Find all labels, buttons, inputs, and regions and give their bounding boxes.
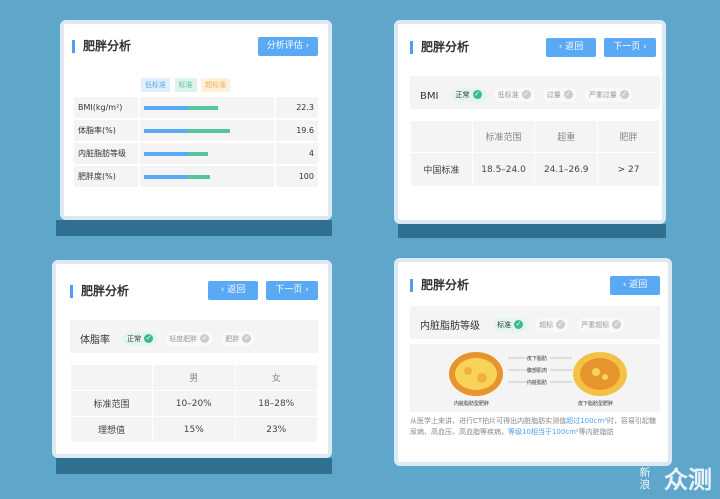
- metric-label: 内脏脂肪等级: [420, 321, 480, 332]
- row-label: 内脏脂肪等级: [72, 141, 140, 166]
- tag-severe: 严重超标 ✓: [577, 317, 626, 332]
- row-label: 体脂率(%): [72, 118, 140, 143]
- chevron-left-icon: ‹: [220, 285, 225, 295]
- label-visceral: 内脏脂肪: [527, 380, 548, 386]
- caption-subcutaneous-type: 皮下脂肪型肥胖: [578, 401, 614, 407]
- label-muscle: 腹部肌肉: [527, 368, 548, 374]
- tag-obese: 肥胖 ✓: [221, 331, 256, 346]
- panel3-table: 男 女 标准范围 10–20% 18–28% 理想值 15% 23%: [69, 364, 318, 443]
- panel3-shadow: [56, 458, 332, 474]
- panel2-status-row: BMI 正常 ✓ 低标准 ✓ 过量 ✓ 严重过量 ✓: [410, 76, 660, 109]
- table-row: BMI(kg/m²) 22.3: [72, 95, 320, 120]
- chevron-left-icon: ‹: [622, 280, 627, 290]
- panel2-title: 肥胖分析: [410, 41, 469, 54]
- panel3-status-row: 体脂率 正常 ✓ 轻度肥胖 ✓ 肥胖 ✓: [70, 320, 318, 353]
- check-icon: ✓: [144, 334, 154, 343]
- check-icon: ✓: [612, 320, 622, 329]
- check-icon: ✓: [242, 334, 252, 343]
- obesity-bar: [144, 174, 270, 179]
- panel3-card: 肥胖分析 ‹ 返回 下一页 › 体脂率 正常 ✓ 轻度肥胖 ✓ 肥胖 ✓ 男 女 标准…: [52, 260, 332, 458]
- watermark-small: 新浪: [639, 466, 651, 491]
- row-label: 肥胖度(%): [72, 164, 140, 189]
- panel1-card: 肥胖分析 分析评估 › 低标准 标准 超标准 BMI(kg/m²) 22.3 体…: [60, 20, 332, 220]
- check-icon: ✓: [563, 90, 573, 99]
- panel4-back-button[interactable]: ‹ 返回: [610, 276, 660, 295]
- check-icon: ✓: [200, 334, 210, 343]
- bmi-bar: [144, 105, 270, 110]
- panel3-title: 肥胖分析: [70, 285, 129, 298]
- visceral-bar: [144, 151, 270, 156]
- tag-excess: 过量 ✓: [542, 87, 577, 102]
- row-value: 22.3: [274, 95, 320, 120]
- panel4-status-row: 内脏脂肪等级 标准 ✓ 超标 ✓ 严重超标 ✓: [410, 306, 660, 339]
- chevron-right-icon: ›: [305, 285, 309, 295]
- check-icon: ✓: [514, 320, 524, 329]
- check-icon: ✓: [521, 90, 531, 99]
- check-icon: ✓: [472, 90, 482, 99]
- chevron-right-icon: ›: [643, 42, 647, 52]
- panel3-next-button[interactable]: 下一页 ›: [266, 281, 318, 300]
- check-icon: ✓: [619, 90, 629, 99]
- row-value: 4: [274, 141, 320, 166]
- label-subcutaneous: 皮下脂肪: [527, 356, 548, 362]
- caption-visceral-type: 内脏脂肪型肥胖: [454, 401, 490, 407]
- panel2-back-button[interactable]: ‹ 返回: [546, 38, 596, 57]
- table-row: 内脏脂肪等级 4: [72, 141, 320, 166]
- bodyfat-bar: [144, 128, 270, 133]
- panel2-card: 肥胖分析 ‹ 返回 下一页 › BMI 正常 ✓ 低标准 ✓ 过量 ✓ 严重过量 ✓ 标…: [394, 20, 666, 224]
- header-standard: 标准: [174, 77, 197, 92]
- panel2-shadow: [398, 224, 666, 238]
- panel1-shadow: [56, 220, 332, 236]
- panel2-next-button[interactable]: 下一页 ›: [604, 38, 656, 57]
- table-row: 肥胖度(%) 100: [72, 164, 320, 189]
- row-value: 19.6: [274, 118, 320, 143]
- table-row: 标准范围 10–20% 18–28%: [69, 390, 318, 417]
- tag-normal: 正常 ✓: [451, 87, 486, 102]
- visceral-explanation: 从医学上来讲，进行CT拍片可得出内脏脂肪实测值超过100cm²时，容易引起糖尿病…: [410, 417, 657, 436]
- table-row: 中国标准 18.5–24.0 24.1–26.9 > 27: [410, 152, 660, 187]
- header-low: 低标准: [141, 77, 170, 92]
- panel4-card: 肥胖分析 ‹ 返回 内脏脂肪等级 标准 ✓ 超标 ✓ 严重超标 ✓ 皮下脂肪 腹部肌肉…: [394, 258, 672, 466]
- fat-diagram: 皮下脂肪 腹部肌肉 内脏脂肪 内脏脂肪型肥胖 皮下脂肪型肥胖: [410, 344, 660, 412]
- header-high: 超标准: [201, 77, 231, 92]
- panel1-table: 低标准 标准 超标准 BMI(kg/m²) 22.3 体脂率(%) 19.6 内…: [72, 72, 320, 189]
- tag-severe: 严重过量 ✓: [584, 87, 633, 102]
- tag-standard: 标准 ✓: [493, 317, 528, 332]
- panel1-title: 肥胖分析: [72, 40, 131, 53]
- table-row: 理想值 15% 23%: [69, 416, 318, 443]
- chevron-left-icon: ‹: [558, 42, 563, 52]
- tag-mild: 轻度肥胖 ✓: [165, 331, 214, 346]
- panel4-title: 肥胖分析: [410, 279, 469, 292]
- table-row: 体脂率(%) 19.6: [72, 118, 320, 143]
- row-label: BMI(kg/m²): [72, 95, 140, 120]
- check-icon: ✓: [556, 320, 566, 329]
- metric-label: 体脂率: [80, 335, 110, 346]
- tag-normal: 正常 ✓: [123, 331, 158, 346]
- panel3-back-button[interactable]: ‹ 返回: [208, 281, 258, 300]
- tag-over: 超标 ✓: [535, 317, 570, 332]
- tag-low: 低标准 ✓: [493, 87, 535, 102]
- panel1-analyze-button[interactable]: 分析评估 ›: [258, 37, 318, 56]
- metric-label: BMI: [420, 91, 439, 102]
- watermark: 众测: [664, 466, 712, 494]
- panel2-table: 标准范围 超重 肥胖 中国标准 18.5–24.0 24.1–26.9 > 27: [410, 120, 660, 187]
- row-value: 100: [274, 164, 320, 189]
- chevron-right-icon: ›: [305, 41, 310, 51]
